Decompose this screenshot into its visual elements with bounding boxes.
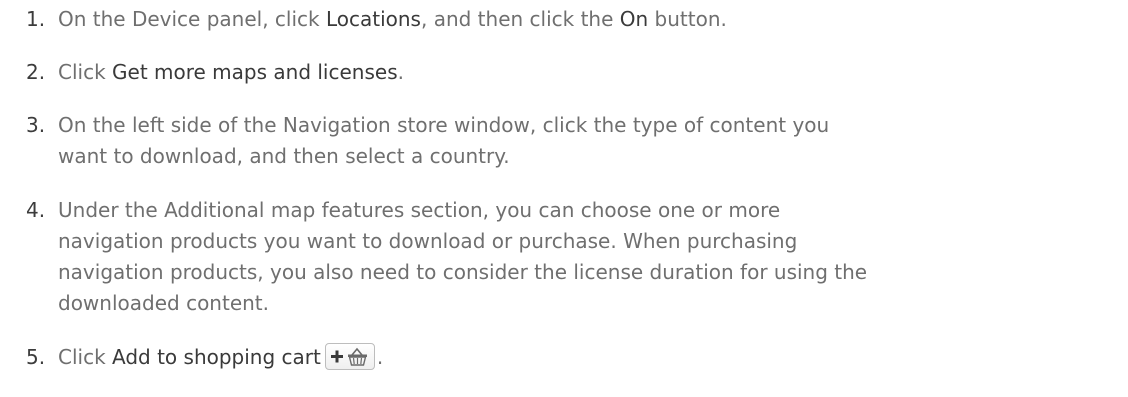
add-to-cart-icon bbox=[324, 343, 375, 370]
step-text: Under the Additional map features sectio… bbox=[58, 198, 868, 315]
ui-term-get-more-maps: Get more maps and licenses bbox=[112, 60, 398, 84]
step-text: On the left side of the Navigation store… bbox=[58, 113, 830, 168]
step-number: 1. bbox=[26, 7, 46, 31]
step-number: 4. bbox=[26, 198, 46, 222]
step-number: 2. bbox=[26, 60, 46, 84]
step-text: Click Get more maps and licenses. bbox=[58, 60, 404, 84]
ui-term-locations: Locations bbox=[325, 7, 421, 31]
ui-term-add-to-shopping-cart: Add to shopping cart bbox=[112, 345, 321, 369]
step-number: 3. bbox=[26, 113, 46, 137]
step-text: Click Add to shopping cart . bbox=[58, 343, 384, 370]
ui-term-on: On bbox=[619, 7, 649, 31]
step-number: 5. bbox=[26, 345, 46, 369]
step-text: On the Device panel, click Locations, an… bbox=[58, 7, 727, 31]
